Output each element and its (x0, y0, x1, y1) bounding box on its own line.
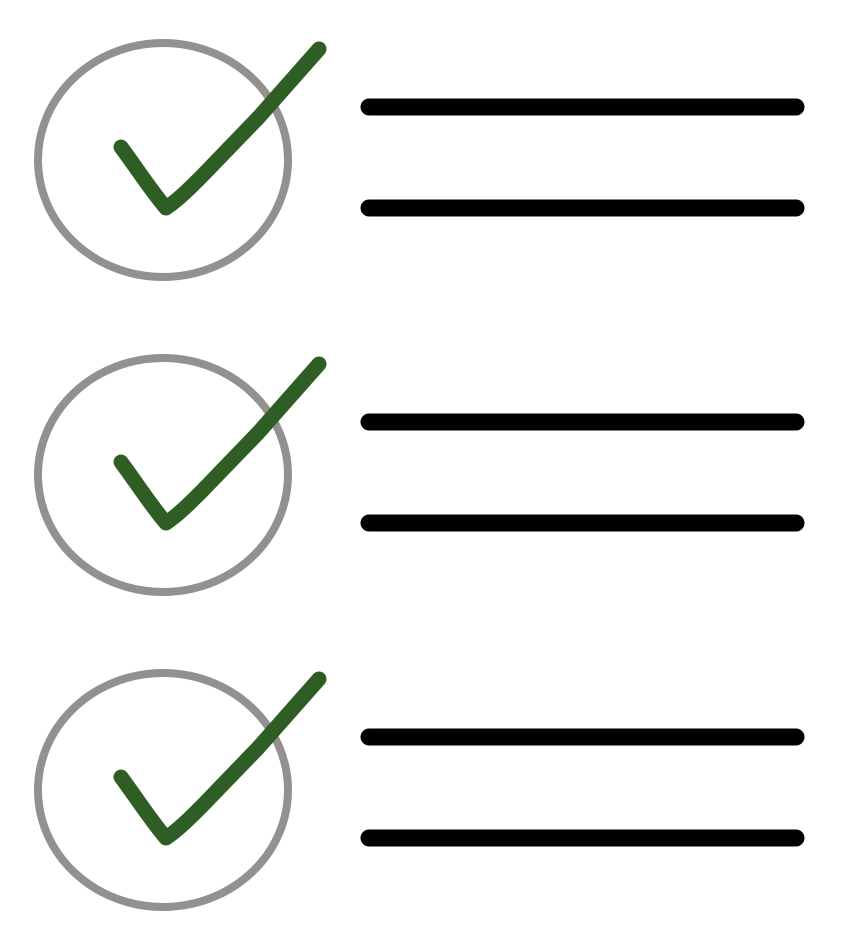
check-circle (34, 39, 292, 281)
checklist-item-graphic (34, 39, 805, 281)
checklist-item-graphic (34, 669, 805, 911)
checklist-item-2 (0, 345, 850, 605)
checklist-item-graphic (34, 354, 805, 596)
check-circle (34, 669, 292, 911)
checklist-item-3 (0, 660, 850, 920)
checklist (0, 0, 850, 946)
checklist-item-1 (0, 30, 850, 290)
check-circle (34, 354, 292, 596)
